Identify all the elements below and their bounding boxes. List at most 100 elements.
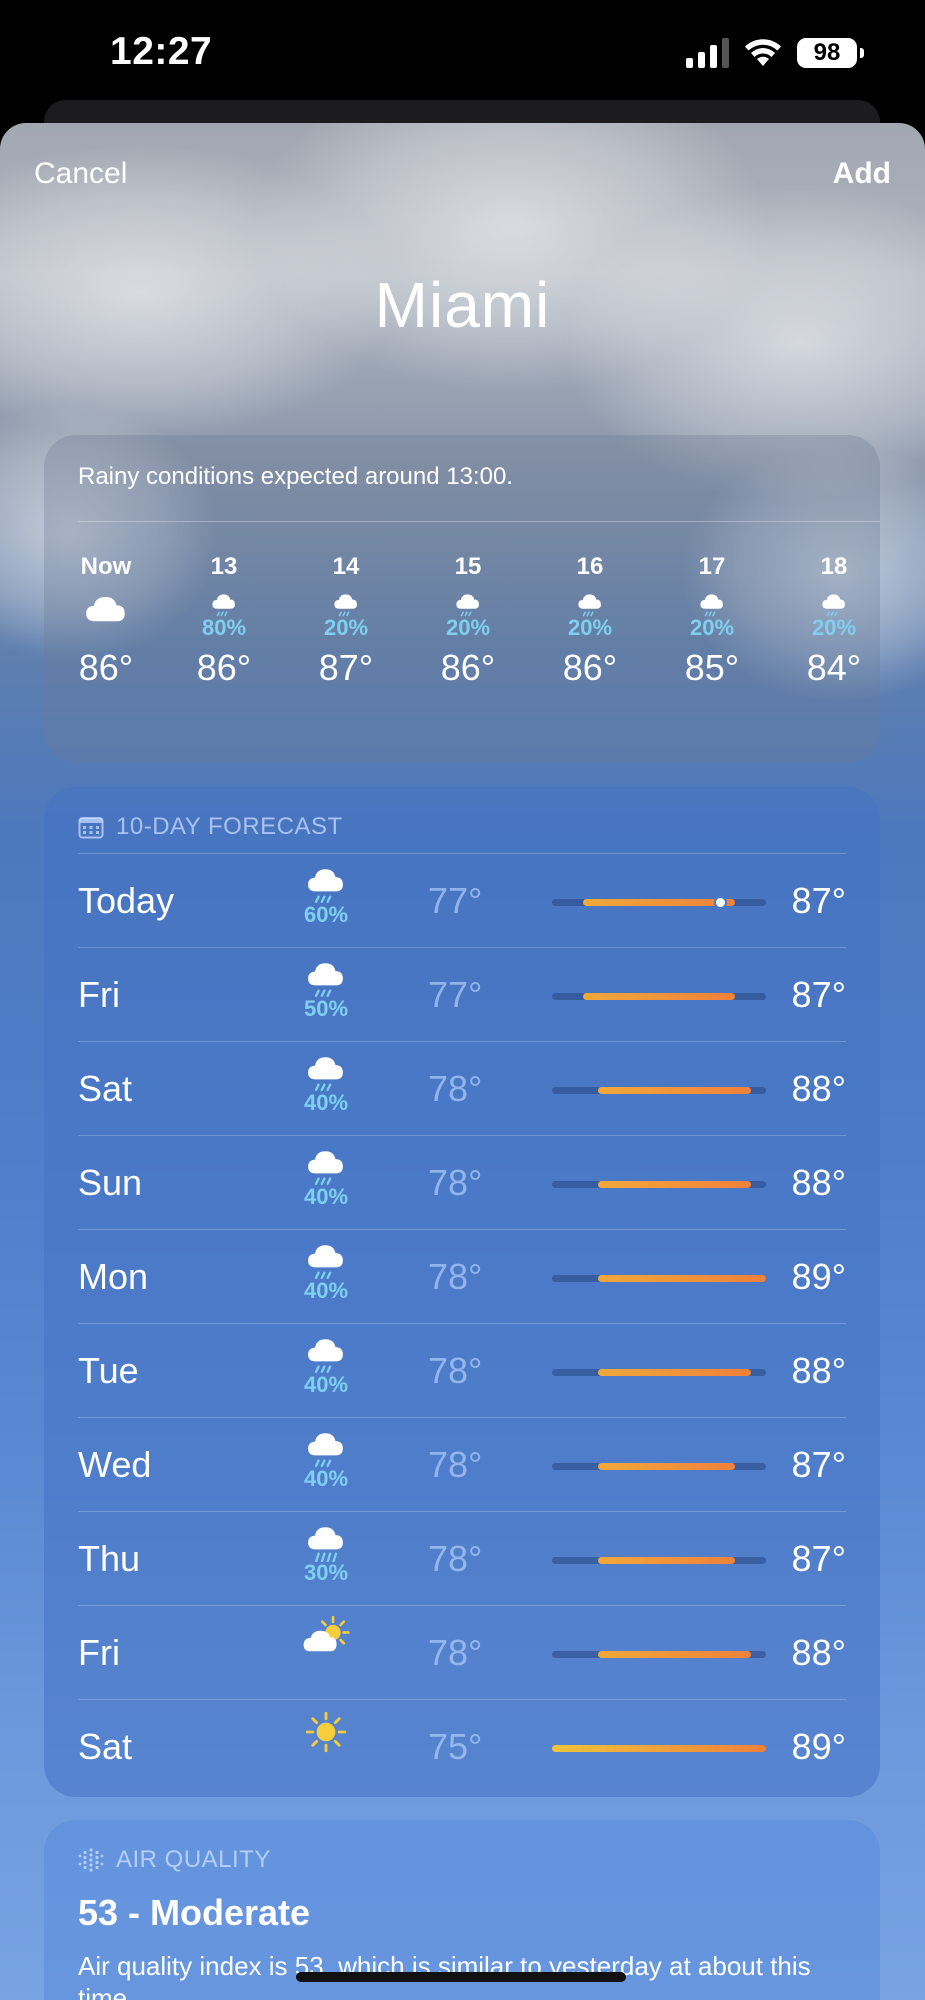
hour-temperature: 86° [440, 647, 496, 688]
temperature-range-bar [552, 1275, 766, 1282]
hour-item: 13 80% 86° [174, 553, 274, 689]
home-indicator[interactable] [296, 1972, 626, 1982]
air-quality-icon [78, 1848, 104, 1872]
hourly-forecast-card[interactable]: Rainy conditions expected around 13:00. … [44, 435, 880, 763]
city-name: Miami [374, 269, 551, 341]
hour-temperature: 86° [196, 647, 252, 688]
forecast-row[interactable]: Mon 40% 78° 89° [78, 1229, 846, 1323]
low-temperature: 78° [428, 1444, 483, 1485]
status-time: 12:27 [110, 30, 213, 73]
hour-label: Now [80, 553, 132, 580]
forecast-row[interactable]: Sun 40% 78° 88° [78, 1135, 846, 1229]
hour-label: 13 [210, 553, 238, 580]
precipitation-chance: 30% [303, 1560, 349, 1585]
cloud-drizzle-icon: 40% [296, 1146, 356, 1222]
temperature-range-bar [552, 1745, 766, 1752]
low-temperature: 75° [428, 1726, 483, 1767]
air-quality-value: 53 - Moderate [78, 1892, 311, 1933]
temperature-range-fill [552, 1745, 766, 1752]
day-name: Thu [78, 1538, 141, 1579]
hour-label: 18 [820, 553, 848, 580]
divider [78, 521, 880, 522]
temperature-range-bar [552, 896, 766, 909]
day-name: Fri [78, 1632, 120, 1673]
hour-item: 17 20% 85° [662, 553, 762, 689]
temperature-range-bar [552, 1181, 766, 1188]
forecast-row[interactable]: Fri 50% 77° 87° [78, 947, 846, 1041]
precipitation-chance: 40% [303, 1372, 349, 1397]
temperature-range-bar [552, 1369, 766, 1376]
low-temperature: 78° [428, 1632, 483, 1673]
precipitation-chance: 50% [303, 996, 349, 1021]
cloud-rain-icon: 40% [296, 1428, 356, 1504]
temperature-range-fill [597, 1275, 766, 1282]
partly-sunny-icon [296, 1616, 356, 1692]
high-temperature: 88° [791, 1632, 846, 1673]
high-temperature: 89° [791, 1256, 846, 1297]
forecast-row[interactable]: Sat 40% 78° 88° [78, 1041, 846, 1135]
current-temp-marker [714, 896, 728, 909]
cellular-signal-icon [686, 38, 729, 68]
cancel-button[interactable]: Cancel [34, 157, 127, 191]
forecast-header: 10-DAY FORECAST [78, 813, 343, 841]
temperature-range-fill [597, 1463, 736, 1470]
air-quality-header: AIR QUALITY [78, 1846, 271, 1874]
temperature-range-fill [582, 899, 736, 906]
hour-item: 18 20% 84° [784, 553, 880, 689]
temperature-range-fill [597, 1181, 751, 1188]
wifi-icon [745, 39, 781, 66]
cloud-drizzle-icon: 20% [784, 583, 880, 641]
day-name: Today [78, 880, 175, 921]
day-name: Tue [78, 1350, 139, 1391]
calendar-icon [78, 817, 104, 839]
precipitation-chance: 20% [445, 615, 491, 640]
hour-temperature: 86° [78, 647, 134, 688]
high-temperature: 88° [791, 1068, 846, 1109]
cloud-rain-icon: 60% [296, 864, 356, 940]
low-temperature: 77° [428, 974, 483, 1015]
forecast-row[interactable]: Thu 30% 78° 87° [78, 1511, 846, 1605]
day-name: Wed [78, 1444, 152, 1485]
city-preview-sheet: Cancel Add Miami Rainy conditions expect… [0, 123, 925, 2000]
cloud-heavy-rain-icon: 30% [296, 1522, 356, 1598]
temperature-range-fill [597, 1557, 736, 1564]
cloud-drizzle-icon: 20% [662, 583, 762, 641]
cloud-drizzle-icon: 20% [418, 583, 518, 641]
add-button[interactable]: Add [833, 157, 891, 191]
temperature-range-bar [552, 1087, 766, 1094]
low-temperature: 77° [428, 880, 483, 921]
hour-item: 14 20% 87° [296, 553, 396, 689]
hour-temperature: 85° [684, 647, 740, 688]
hour-temperature: 86° [562, 647, 618, 688]
cloud-drizzle-icon: 40% [296, 1240, 356, 1316]
hour-item: 16 20% 86° [540, 553, 640, 689]
day-name: Mon [78, 1256, 149, 1297]
cloud-rain-icon: 50% [296, 958, 356, 1034]
precipitation-chance: 20% [567, 615, 613, 640]
forecast-row[interactable]: Sat 75° 89° [78, 1699, 846, 1793]
cloud-drizzle-icon: 40% [296, 1052, 356, 1128]
cloud-rain-icon: 80% [174, 583, 274, 641]
cloud-icon [56, 583, 156, 641]
low-temperature: 78° [428, 1256, 483, 1297]
precipitation-chance: 40% [303, 1184, 349, 1209]
status-icons: 98 [686, 38, 864, 68]
hour-label: 16 [576, 553, 604, 580]
temperature-range-fill [597, 1651, 751, 1658]
forecast-row[interactable]: Today 60% 77° 87° [78, 853, 846, 947]
low-temperature: 78° [428, 1068, 483, 1109]
forecast-row[interactable]: Fri 78° 88° [78, 1605, 846, 1699]
precipitation-chance: 40% [303, 1466, 349, 1491]
high-temperature: 87° [791, 880, 846, 921]
hourly-summary: Rainy conditions expected around 13:00. [78, 463, 513, 490]
temperature-range-bar [552, 1463, 766, 1470]
ten-day-forecast-card[interactable]: 10-DAY FORECAST Today 60% 77° 87° Fri 50% 77° 8… [44, 787, 880, 1797]
precipitation-chance: 40% [303, 1278, 349, 1303]
hour-item: 15 20% 86° [418, 553, 518, 689]
forecast-row[interactable]: Tue 40% 78° 88° [78, 1323, 846, 1417]
day-name: Sat [78, 1068, 133, 1109]
temperature-range-bar [552, 993, 766, 1000]
forecast-row[interactable]: Wed 40% 78° 87° [78, 1417, 846, 1511]
day-name: Sun [78, 1162, 143, 1203]
temperature-range-fill [597, 1087, 751, 1094]
